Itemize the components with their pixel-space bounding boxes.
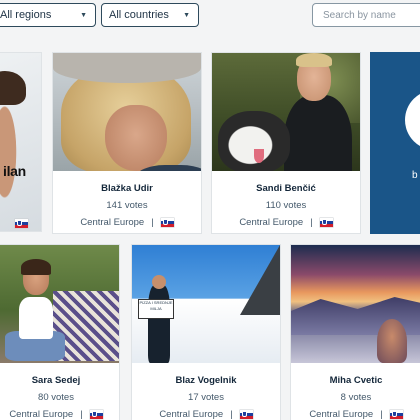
- candidate-card[interactable]: PIZZA I SREDNJE MILJA Blaz Vogelnik 17 v…: [131, 244, 281, 420]
- candidate-votes: 141 votes: [106, 200, 148, 211]
- photo-detail: [105, 105, 167, 171]
- candidate-region: Central Europe: [159, 409, 224, 420]
- photo-detail: [0, 71, 26, 105]
- candidate-card[interactable]: Sara Sedej 80 votes Central Europe |: [0, 244, 120, 420]
- photo-detail: [21, 259, 51, 275]
- candidate-name: Blažka Udir: [101, 183, 153, 194]
- candidate-region: Central Europe: [309, 409, 374, 420]
- separator: |: [310, 217, 313, 228]
- separator: |: [80, 409, 83, 420]
- regions-select[interactable]: All regions ▼: [0, 3, 96, 27]
- candidate-votes: 80 votes: [38, 392, 74, 403]
- photo-detail: [152, 275, 166, 289]
- slovenia-flag-icon: [239, 410, 253, 419]
- separator: |: [151, 217, 154, 228]
- candidate-photo: [0, 245, 119, 363]
- chevron-down-icon: ▼: [183, 11, 190, 19]
- candidate-card[interactable]: Miha Cvetic 8 votes Central Europe |: [290, 244, 420, 420]
- search-input[interactable]: [312, 3, 420, 27]
- photo-detail: [377, 319, 407, 363]
- separator: |: [380, 409, 383, 420]
- photo-detail: [405, 90, 420, 150]
- candidate-card[interactable]: b: [370, 52, 420, 234]
- countries-select[interactable]: All countries ▼: [101, 3, 199, 27]
- partial-card-text: b: [412, 170, 418, 181]
- photo-detail: [53, 53, 201, 83]
- candidate-name: Blaz Vogelnik: [175, 375, 237, 386]
- separator: |: [230, 409, 233, 420]
- viewport: All regions ▼ All countries ▼ ilan Blažk…: [0, 0, 420, 420]
- photo-detail: [148, 285, 170, 363]
- photo-detail: [254, 149, 264, 163]
- candidate-photo: [53, 53, 201, 171]
- candidate-name: Sara Sedej: [31, 375, 81, 386]
- partial-photo-text: ilan: [3, 163, 26, 179]
- candidate-region: Central Europe: [80, 217, 145, 228]
- photo-detail: [284, 95, 352, 171]
- candidate-votes: 8 votes: [340, 392, 372, 403]
- slovenia-flag-icon: [14, 219, 28, 228]
- candidate-photo: b: [370, 52, 420, 234]
- candidate-name: Miha Cvetic: [329, 375, 383, 386]
- photo-detail: [240, 245, 280, 315]
- candidate-photo: [291, 245, 420, 363]
- slovenia-flag-icon: [89, 410, 103, 419]
- candidate-photo: [212, 53, 360, 171]
- chevron-down-icon: ▼: [80, 11, 87, 19]
- slovenia-flag-icon: [160, 218, 174, 227]
- candidate-region: Central Europe: [239, 217, 304, 228]
- slovenia-flag-icon: [319, 218, 333, 227]
- candidate-card[interactable]: Sandi Benčić 110 votes Central Europe |: [211, 52, 361, 234]
- photo-detail: [218, 111, 290, 171]
- regions-select-label: All regions: [0, 9, 52, 21]
- candidate-card[interactable]: Blažka Udir 141 votes Central Europe |: [52, 52, 202, 234]
- photo-sign-text: PIZZA I SREDNJE MILJA: [138, 299, 174, 319]
- candidate-votes: 110 votes: [265, 200, 307, 211]
- countries-select-label: All countries: [109, 9, 169, 21]
- candidate-name: Sandi Benčić: [256, 183, 316, 194]
- candidate-votes: 17 votes: [188, 392, 224, 403]
- slovenia-flag-icon: [389, 410, 403, 419]
- candidate-photo: PIZZA I SREDNJE MILJA: [132, 245, 280, 363]
- candidate-region: Central Europe: [9, 409, 74, 420]
- photo-detail: [296, 53, 332, 67]
- candidate-card[interactable]: ilan: [0, 52, 42, 232]
- candidate-photo: ilan: [0, 53, 41, 231]
- photo-detail: [19, 297, 53, 339]
